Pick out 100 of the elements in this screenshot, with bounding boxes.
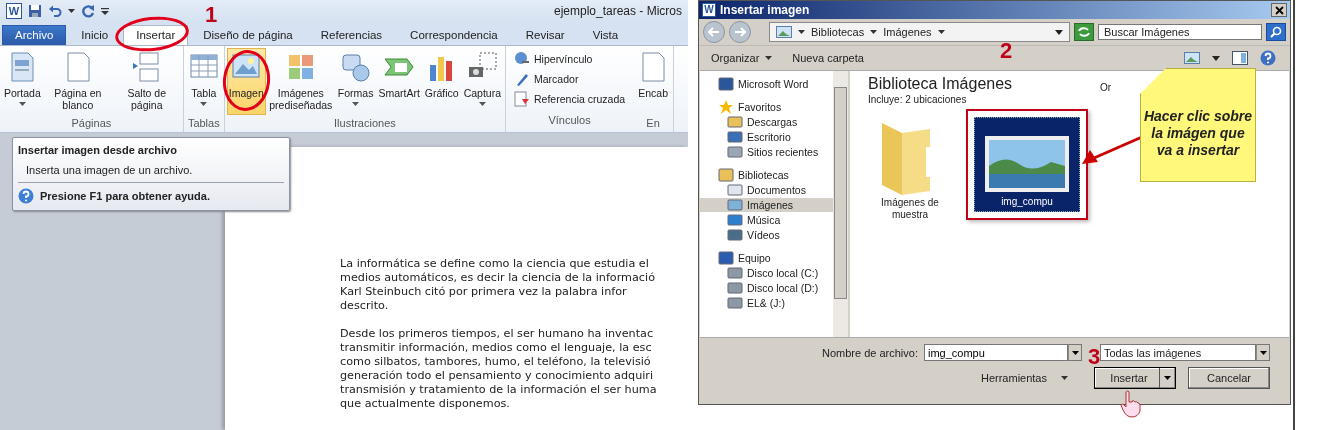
group-label: Vínculos [548, 113, 591, 128]
nav-item[interactable]: Favoritos [700, 100, 833, 114]
ribbon-tab[interactable]: Diseño de página [190, 25, 306, 45]
dropdown-caret-icon[interactable] [1055, 29, 1063, 35]
document-text: como silbatos, tambores, humo, el teléfono, la televisió [340, 355, 652, 369]
filename-field[interactable]: img_compu [924, 344, 1068, 361]
forward-button[interactable] [729, 21, 751, 43]
caret-icon [1061, 376, 1068, 380]
search-icon [1270, 26, 1282, 38]
arrow-right-icon [734, 27, 746, 37]
ribbon-tab[interactable]: Referencias [307, 25, 396, 45]
caret-icon[interactable] [1212, 55, 1220, 61]
new-folder-button[interactable]: Nueva carpeta [788, 50, 868, 66]
dialog-title: Insertar imagen [720, 3, 810, 17]
nav-item[interactable]: Imágenes [700, 198, 833, 212]
document-text: generación todo el pensamiento y conocimiento adquiri [340, 369, 655, 383]
caret-icon[interactable] [68, 9, 75, 13]
ribbon-button[interactable]: Portada [2, 48, 43, 115]
dropdown-button[interactable] [1068, 344, 1082, 361]
search-field[interactable]: Buscar Imágenes [1098, 24, 1262, 40]
ribbon-tab[interactable]: Revisar [512, 25, 578, 45]
nav-item[interactable]: Bibliotecas [700, 168, 833, 182]
preview-pane-icon[interactable] [1232, 51, 1248, 65]
caret-icon [870, 30, 878, 34]
cross-reference-icon [514, 90, 531, 107]
document-text: transmisión y tratamiento de la información el ser huma [340, 383, 658, 397]
library-locations: Incluye: 2 ubicaciones [868, 94, 968, 105]
ribbon-button[interactable]: Hipervínculo [510, 49, 630, 68]
back-button[interactable] [703, 21, 725, 43]
organize-button[interactable]: Organizar [707, 50, 777, 66]
caret-icon [798, 30, 805, 34]
address-bar[interactable]: Bibliotecas Imágenes [769, 22, 1070, 42]
ribbon-button[interactable]: Tabla [185, 48, 222, 115]
group-label: Tablas [186, 116, 221, 131]
close-button[interactable] [1271, 3, 1287, 17]
tooltip-title: Insertar imagen desde archivo [18, 144, 178, 156]
arrow-left-icon [708, 27, 720, 37]
nav-item[interactable]: Vídeos [700, 228, 833, 242]
ribbon-button[interactable]: Captura [461, 48, 504, 115]
ribbon-tab[interactable]: Archivo [2, 25, 67, 45]
group-label: Páginas [70, 116, 113, 131]
caret-icon [200, 102, 208, 106]
nav-item[interactable]: Microsoft Word [700, 77, 833, 91]
nav-item[interactable]: Escritorio [700, 130, 833, 144]
tools-button[interactable]: Herramientas [974, 371, 1074, 385]
word-logo[interactable]: W [6, 3, 22, 19]
nav-item[interactable]: Sitios recientes [700, 145, 833, 159]
document-text: descrito. [340, 299, 390, 313]
caret-icon [765, 56, 773, 60]
scrollbar[interactable] [833, 71, 848, 337]
ribbon-tab[interactable]: Insertar [123, 25, 189, 45]
dropdown-button[interactable] [1256, 344, 1270, 361]
document-text: medios automáticos, es decir la ciencia de la informació [340, 271, 656, 285]
insert-button[interactable]: Insertar [1094, 367, 1176, 389]
breadcrumb-item[interactable]: Imágenes [883, 26, 932, 38]
document-text: Karl Steinbuch citó por primera vez la palabra infor [340, 285, 628, 299]
customize-caret-icon[interactable] [101, 7, 109, 15]
nav-item[interactable]: Equipo [700, 251, 833, 265]
ribbon-button[interactable]: Salto de página [112, 48, 181, 115]
view-icon[interactable] [1184, 52, 1200, 64]
document-text: transmitir información, medios como el lenguaje, la esc [340, 341, 653, 355]
breadcrumb-item[interactable]: Bibliotecas [811, 26, 865, 38]
star-icon [718, 100, 734, 114]
ribbon-button[interactable]: Referencia cruzada [510, 89, 630, 108]
ribbon-tab[interactable]: Correspondencia [397, 25, 511, 45]
nav-item[interactable]: Disco local (C:) [700, 266, 833, 280]
ribbon-button[interactable]: Formas [335, 48, 376, 115]
arrange-label: Or [1099, 82, 1111, 93]
ribbon-button[interactable]: Página en blanco [43, 48, 112, 115]
window-title: ejemplo_tareas - Micros [553, 4, 682, 18]
nav-item[interactable]: Descargas [700, 115, 833, 129]
caret-icon [352, 102, 360, 106]
ribbon-button[interactable]: Gráfico [422, 48, 461, 115]
redo-icon[interactable] [81, 4, 95, 18]
nav-item[interactable]: Disco local (D:) [700, 281, 833, 295]
tooltip-text: Inserta una imagen de un archivo. [18, 156, 284, 183]
ribbon-button[interactable]: Imágenes prediseñadas [266, 48, 335, 115]
folder-item[interactable]: Imágenes de muestra [868, 115, 952, 223]
refresh-button[interactable] [1074, 23, 1094, 41]
ribbon-button[interactable]: SmartArt [376, 48, 422, 115]
group-label: Ilustraciones [333, 116, 397, 131]
ribbon-button[interactable]: Marcador [510, 69, 630, 88]
ribbon-button[interactable]: Imagen [226, 48, 266, 115]
nav-item[interactable]: EL& (J:) [700, 296, 833, 310]
document-text: Desde los primeros tiempos, el ser humano ha inventac [340, 327, 655, 341]
help-icon[interactable] [1260, 50, 1276, 66]
library-heading: Biblioteca Imágenes [868, 75, 1013, 93]
search-button[interactable] [1266, 23, 1286, 41]
undo-icon[interactable] [48, 4, 62, 18]
image-item[interactable]: img_compu [974, 117, 1080, 212]
step-number: 1 [205, 4, 218, 26]
ribbon-button[interactable]: Encab [635, 48, 672, 115]
cancel-button[interactable]: Cancelar [1188, 367, 1270, 389]
save-icon[interactable] [28, 4, 42, 18]
ribbon-tab[interactable]: Vista [579, 25, 632, 45]
nav-item[interactable]: Música [700, 213, 833, 227]
nav-item[interactable]: Documentos [700, 183, 833, 197]
ribbon-tab[interactable]: Inicio [68, 25, 122, 45]
caret-icon [1164, 376, 1171, 380]
file-type-dropdown[interactable]: Todas las imágenes [1100, 344, 1256, 361]
